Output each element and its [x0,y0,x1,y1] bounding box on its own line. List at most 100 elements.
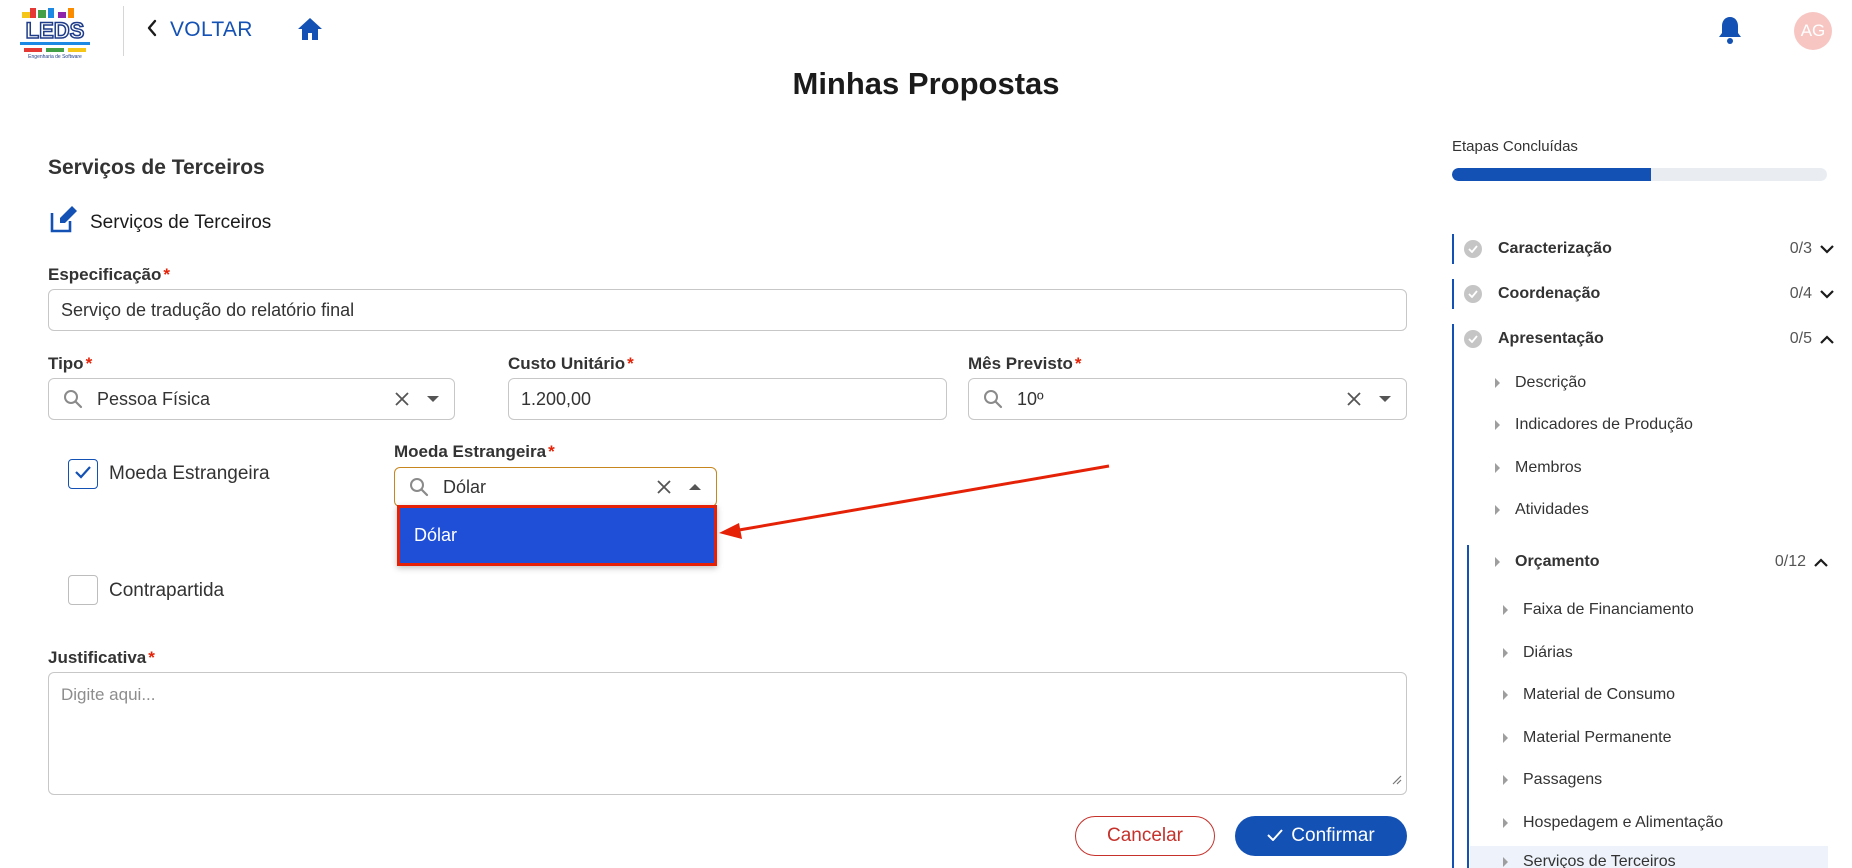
justificativa-label: Justificativa * [48,648,155,667]
search-icon [409,477,429,497]
stage-caracterizacao[interactable]: Caracterização 0/3 [1464,234,1834,264]
sidebar-item-label: Atividades [1515,501,1589,518]
caret-right-icon [1502,647,1509,659]
moeda-estrangeira-value: Dólar [443,476,487,497]
sidebar-item-faixa-financiamento[interactable]: Faixa de Financiamento [1502,596,1694,624]
stage-label: Caracterização [1498,240,1612,257]
page-title: Minhas Propostas [792,66,1060,101]
sidebar-item-orcamento[interactable]: Orçamento 0/12 [1494,548,1828,576]
clear-icon[interactable] [394,391,410,407]
caret-right-icon [1502,774,1509,786]
caret-down-icon[interactable] [1378,395,1392,403]
caret-up-icon[interactable] [688,483,702,491]
section-title: Serviços de Terceiros [48,156,265,179]
progress-fill [1452,168,1651,181]
sidebar-item-membros[interactable]: Membros [1494,454,1582,482]
sidebar-item-label: Membros [1515,459,1582,476]
progress-bar [1452,168,1827,181]
chevron-down-icon [1820,289,1834,299]
caret-right-icon [1502,732,1509,744]
moeda-estrangeira-select[interactable]: Dólar [394,467,717,507]
tipo-label: Tipo * [48,354,93,373]
stage-count: 0/3 [1789,240,1812,257]
stage-marker [1452,324,1454,868]
moeda-estrangeira-checkbox-label: Moeda Estrangeira [109,463,270,484]
stage-coordenacao[interactable]: Coordenação 0/4 [1464,279,1834,309]
home-icon [296,18,324,46]
sidebar-item-label: Material de Consumo [1523,686,1676,703]
caret-right-icon [1494,377,1501,389]
especificacao-input[interactable]: Serviço de tradução do relatório final [48,289,1407,331]
sidebar-item-atividades[interactable]: Atividades [1494,496,1589,524]
annotation-arrow [719,464,1110,539]
notifications-button[interactable] [1717,15,1743,50]
search-icon [983,389,1003,409]
resize-handle-icon[interactable] [1392,770,1402,790]
mes-previsto-label: Mês Previsto * [968,354,1082,373]
caret-right-icon [1494,462,1501,474]
logo-subtext: Engenharia de Software [28,54,82,60]
especificacao-value: Serviço de tradução do relatório final [61,299,355,320]
sidebar-item-descricao[interactable]: Descrição [1494,369,1586,397]
justificativa-placeholder: Digite aqui... [61,685,156,704]
check-circle-icon [1464,240,1482,258]
chevron-up-icon [1820,334,1834,344]
user-avatar[interactable]: AG [1794,12,1832,50]
sidebar-item-diarias[interactable]: Diárias [1502,639,1573,667]
sidebar-item-label: Passagens [1523,771,1603,788]
caret-right-icon [1502,856,1509,868]
tipo-value: Pessoa Física [97,388,211,409]
sidebar-item-material-permanente[interactable]: Material Permanente [1502,724,1672,752]
caret-right-icon [1494,556,1501,568]
dropdown-option-dolar[interactable]: Dólar [397,505,717,566]
chevron-down-icon [1820,244,1834,254]
bell-icon [1717,17,1743,49]
header-divider [123,6,124,56]
justificativa-textarea[interactable]: Digite aqui... [48,672,1407,795]
caret-right-icon [1502,604,1509,616]
sidebar-item-servicos-terceiros[interactable]: Serviços de Terceiros [1502,850,1676,868]
sidebar-item-label: Indicadores de Produção [1515,416,1693,433]
especificacao-label: Especificação * [48,265,171,284]
confirm-button[interactable]: Confirmar [1235,816,1407,856]
confirm-label: Confirmar [1291,825,1375,846]
clear-icon[interactable] [656,479,672,495]
sidebar-item-indicadores[interactable]: Indicadores de Produção [1494,411,1693,439]
dropdown-option-label: Dólar [414,525,458,545]
moeda-estrangeira-select-label: Moeda Estrangeira * [394,442,555,461]
contrapartida-label: Contrapartida [109,580,225,601]
stage-marker [1452,279,1454,309]
check-circle-icon [1464,285,1482,303]
checkmark-icon [74,465,92,484]
moeda-estrangeira-checkbox[interactable] [68,459,98,489]
tipo-select[interactable]: Pessoa Física [48,378,455,420]
custo-unitario-input[interactable]: 1.200,00 [508,378,947,420]
stage-apresentacao[interactable]: Apresentação 0/5 [1464,324,1834,354]
mes-previsto-select[interactable]: 10º [968,378,1407,420]
custo-unitario-label: Custo Unitário * [508,354,634,373]
chevron-up-icon [1814,557,1828,567]
clear-icon[interactable] [1346,391,1362,407]
stage-count: 0/5 [1789,330,1812,347]
edit-section-row[interactable]: Serviços de Terceiros [48,205,271,240]
edit-icon [48,205,78,240]
home-button[interactable] [296,16,324,47]
caret-down-icon[interactable] [426,395,440,403]
sidebar-item-label: Faixa de Financiamento [1523,601,1694,618]
back-label: VOLTAR [170,18,253,41]
sidebar-item-passagens[interactable]: Passagens [1502,766,1602,794]
cancel-button[interactable]: Cancelar [1075,816,1215,856]
back-button[interactable]: VOLTAR [146,18,253,42]
substage-marker [1467,545,1469,868]
contrapartida-checkbox[interactable] [68,575,98,605]
caret-right-icon [1502,689,1509,701]
chevron-left-icon [146,19,158,42]
sidebar-item-label: Diárias [1523,644,1573,661]
edit-section-label: Serviços de Terceiros [90,211,272,233]
caret-right-icon [1494,504,1501,516]
stage-label: Coordenação [1498,285,1601,302]
sidebar-item-material-consumo[interactable]: Material de Consumo [1502,681,1675,709]
custo-unitario-value: 1.200,00 [521,388,592,409]
sidebar-item-hospedagem[interactable]: Hospedagem e Alimentação [1502,809,1723,837]
sidebar-item-label: Serviços de Terceiros [1523,853,1676,868]
